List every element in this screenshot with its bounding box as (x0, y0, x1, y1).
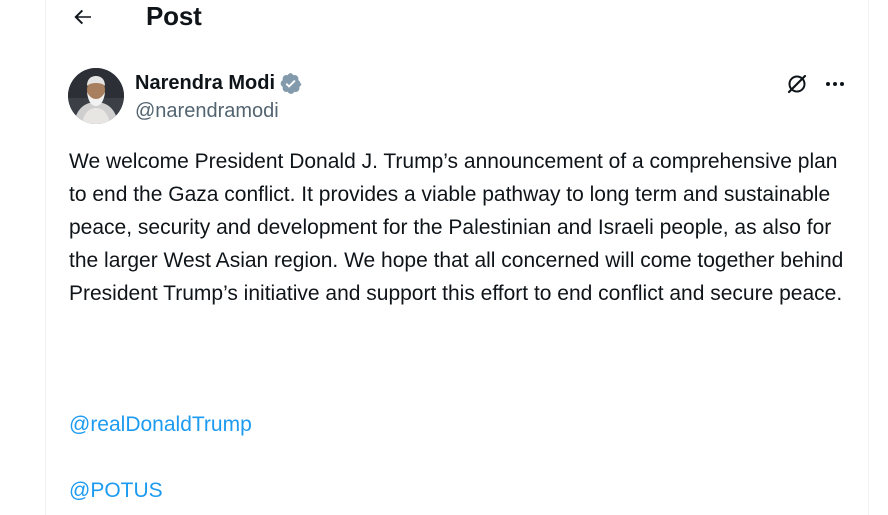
author-avatar[interactable] (68, 68, 124, 124)
page-title: Post (146, 1, 202, 31)
grok-icon (787, 74, 807, 94)
mention-link[interactable]: @POTUS (69, 474, 163, 507)
post-page: Post Narendra Modi @narendramodi We welc… (0, 0, 888, 515)
mention-link[interactable]: @realDonaldTrump (69, 408, 252, 441)
verified-badge-icon[interactable] (279, 72, 302, 95)
grok-button[interactable] (783, 70, 811, 98)
tweet-body: We welcome President Donald J. Trump’s a… (69, 150, 844, 305)
back-button[interactable] (66, 0, 100, 34)
author-name-row: Narendra Modi (135, 70, 302, 96)
author-info: Narendra Modi @narendramodi (135, 70, 302, 124)
tweet-text: We welcome President Donald J. Trump’s a… (69, 145, 859, 310)
author-display-name[interactable]: Narendra Modi (135, 70, 275, 96)
arrow-left-icon (74, 9, 91, 25)
more-options-button[interactable] (821, 70, 849, 98)
author-handle[interactable]: @narendramodi (135, 98, 302, 124)
post-header: Post (46, 0, 868, 36)
post-column: Post Narendra Modi @narendramodi We welc… (45, 0, 869, 515)
avatar-image (68, 68, 124, 124)
more-horizontal-icon (826, 82, 844, 86)
